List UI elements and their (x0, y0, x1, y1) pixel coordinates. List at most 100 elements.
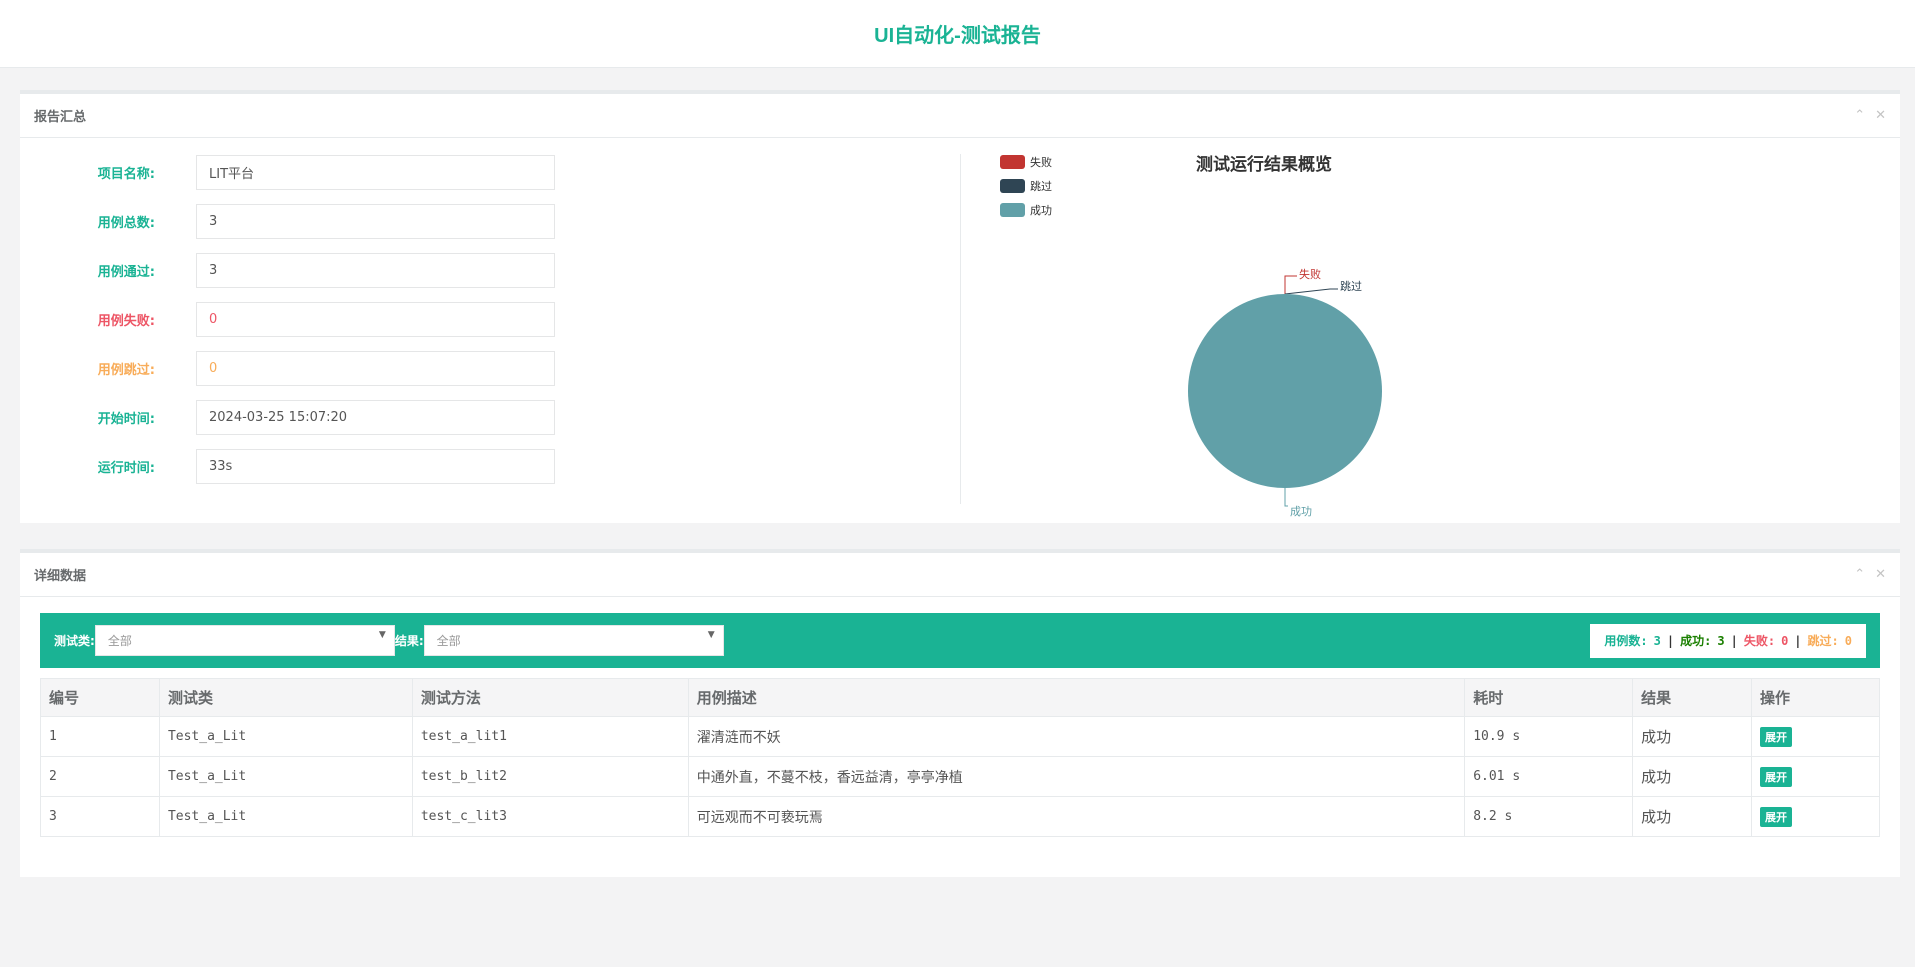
cell-method: test_b_lit2 (411, 756, 689, 797)
cell-id: 3 (40, 796, 160, 837)
dropdown-arrow-icon: ▼ (378, 630, 386, 640)
column-header-duration[interactable]: 耗时 (1464, 678, 1634, 717)
field-failed-cases: 用例失败: 0 (20, 301, 555, 337)
stats-summary: 用例数: 3 | 成功: 3 | 失败: 0 | 跳过: 0 (1590, 623, 1866, 658)
summary-panel-header: 报告汇总 ⌃ ✕ (20, 94, 1900, 138)
field-label: 运行时间: (97, 460, 155, 476)
filter-bar: 测试类: 全部 ▼ 结果: 全部 ▼ 用例数: 3 | 成功: 3 | 失败: … (40, 613, 1880, 668)
close-icon[interactable]: ✕ (1875, 108, 1886, 123)
results-table: 编号 测试类 测试方法 用例描述 耗时 结果 操作 1 Test_a_Lit t… (40, 678, 1880, 837)
detail-panel: 详细数据 ⌃ ✕ 测试类: 全部 ▼ 结果: 全部 ▼ 用例数: 3 | 成功:… (20, 549, 1900, 877)
stat-separator: | (1794, 633, 1802, 648)
column-header-result[interactable]: 结果 (1632, 678, 1753, 717)
cell-description: 可远观而不可亵玩焉 (687, 796, 1466, 837)
cell-duration: 6.01 s (1464, 756, 1634, 797)
run-time-field[interactable]: 33s (196, 448, 555, 484)
summary-panel-title: 报告汇总 (34, 110, 87, 125)
stat-total-label: 用例数: (1604, 634, 1648, 648)
table-row: 1 Test_a_Lit test_a_lit1 濯清涟而不妖 10.9 s 成… (40, 716, 1880, 757)
stat-separator: | (1666, 633, 1675, 648)
result-filter-label: 结果: (394, 634, 424, 648)
pie-leader-line (1284, 275, 1297, 294)
cell-action: 展开 (1751, 756, 1880, 797)
table-row: 3 Test_a_Lit test_c_lit3 可远观而不可亵玩焉 8.2 s… (40, 796, 1880, 837)
stat-fail-label: 失败: (1743, 634, 1776, 648)
field-project-name: 项目名称: LIT平台 (20, 154, 555, 190)
column-header-description[interactable]: 用例描述 (687, 678, 1466, 717)
class-filter-value: 全部 (107, 634, 132, 648)
result-pie-chart: 失败 跳过 成功 测试运行结果概览 失败 跳过 成功 (980, 138, 1480, 518)
cell-duration: 8.2 s (1464, 796, 1634, 837)
collapse-icon[interactable]: ⌃ (1854, 108, 1865, 123)
detail-panel-title: 详细数据 (34, 569, 87, 584)
skipped-cases-field[interactable]: 0 (196, 350, 555, 386)
stat-pass-value: 3 (1717, 633, 1725, 648)
column-header-id[interactable]: 编号 (40, 678, 160, 717)
cell-description: 中通外直，不蔓不枝，香远益清，亭亭净植 (687, 756, 1466, 797)
field-label: 开始时间: (97, 411, 155, 427)
class-filter-label: 测试类: (54, 634, 95, 648)
panel-tools: ⌃ ✕ (1854, 567, 1886, 582)
failed-cases-field[interactable]: 0 (196, 301, 555, 337)
cell-id: 2 (40, 756, 160, 797)
cell-duration: 10.9 s (1464, 716, 1634, 757)
cell-description: 濯清涟而不妖 (687, 716, 1466, 757)
cell-class: Test_a_Lit (158, 716, 413, 757)
dropdown-arrow-icon: ▼ (707, 630, 715, 640)
column-header-class[interactable]: 测试类 (158, 678, 413, 717)
project-name-field[interactable]: LIT平台 (196, 154, 555, 190)
result-filter-select[interactable]: 全部 ▼ (423, 625, 724, 656)
summary-panel: 报告汇总 ⌃ ✕ 项目名称: LIT平台 用例总数: 3 用例通过: 3 用例失… (20, 90, 1900, 523)
class-filter-select[interactable]: 全部 ▼ (94, 625, 395, 656)
field-label: 用例总数: (97, 215, 155, 231)
stat-total-value: 3 (1653, 633, 1661, 648)
field-label: 项目名称: (97, 166, 155, 182)
column-header-action[interactable]: 操作 (1751, 678, 1880, 717)
start-time-field[interactable]: 2024-03-25 15:07:20 (196, 399, 555, 435)
top-header: UI自动化-测试报告 (0, 0, 1915, 68)
stat-pass-label: 成功: (1680, 634, 1712, 648)
cell-action: 展开 (1751, 716, 1880, 757)
close-icon[interactable]: ✕ (1875, 567, 1886, 582)
field-label: 用例跳过: (97, 362, 155, 378)
cell-method: test_c_lit3 (411, 796, 689, 837)
table-row: 2 Test_a_Lit test_b_lit2 中通外直，不蔓不枝，香远益清，… (40, 756, 1880, 797)
total-cases-field[interactable]: 3 (196, 203, 555, 239)
field-label: 用例失败: (97, 313, 155, 329)
expand-button[interactable]: 展开 (1760, 806, 1793, 827)
pie-leader-line (1284, 288, 1338, 295)
stat-skip-value: 0 (1844, 633, 1852, 648)
stat-separator: | (1730, 633, 1738, 648)
pie-label: 成功 (1290, 505, 1312, 518)
result-filter-value: 全部 (436, 634, 461, 648)
cell-class: Test_a_Lit (158, 756, 413, 797)
pie-label: 跳过 (1340, 279, 1362, 293)
cell-id: 1 (40, 716, 160, 757)
stat-fail-value: 0 (1781, 633, 1789, 648)
cell-method: test_a_lit1 (411, 716, 689, 757)
cell-result: 成功 (1632, 796, 1753, 837)
pie-svg: 失败跳过成功 (1188, 267, 1382, 518)
field-skipped-cases: 用例跳过: 0 (20, 350, 555, 386)
expand-button[interactable]: 展开 (1760, 766, 1793, 787)
pie-leader-line (1284, 488, 1288, 507)
field-passed-cases: 用例通过: 3 (20, 252, 555, 288)
cell-action: 展开 (1751, 796, 1880, 837)
stat-skip-label: 跳过: (1807, 634, 1839, 648)
passed-cases-field[interactable]: 3 (196, 252, 555, 288)
column-header-method[interactable]: 测试方法 (411, 678, 689, 717)
collapse-icon[interactable]: ⌃ (1854, 567, 1865, 582)
page-title: UI自动化-测试报告 (874, 25, 1041, 47)
field-label: 用例通过: (97, 264, 155, 280)
expand-button[interactable]: 展开 (1760, 726, 1793, 747)
field-total-cases: 用例总数: 3 (20, 203, 555, 239)
field-start-time: 开始时间: 2024-03-25 15:07:20 (20, 399, 555, 435)
field-run-time: 运行时间: 33s (20, 448, 555, 484)
cell-result: 成功 (1632, 756, 1753, 797)
panel-tools: ⌃ ✕ (1854, 108, 1886, 123)
pie-slice[interactable] (1188, 294, 1382, 488)
cell-result: 成功 (1632, 716, 1753, 757)
table-header-row: 编号 测试类 测试方法 用例描述 耗时 结果 操作 (40, 678, 1880, 717)
divider (960, 154, 961, 504)
cell-class: Test_a_Lit (158, 796, 413, 837)
